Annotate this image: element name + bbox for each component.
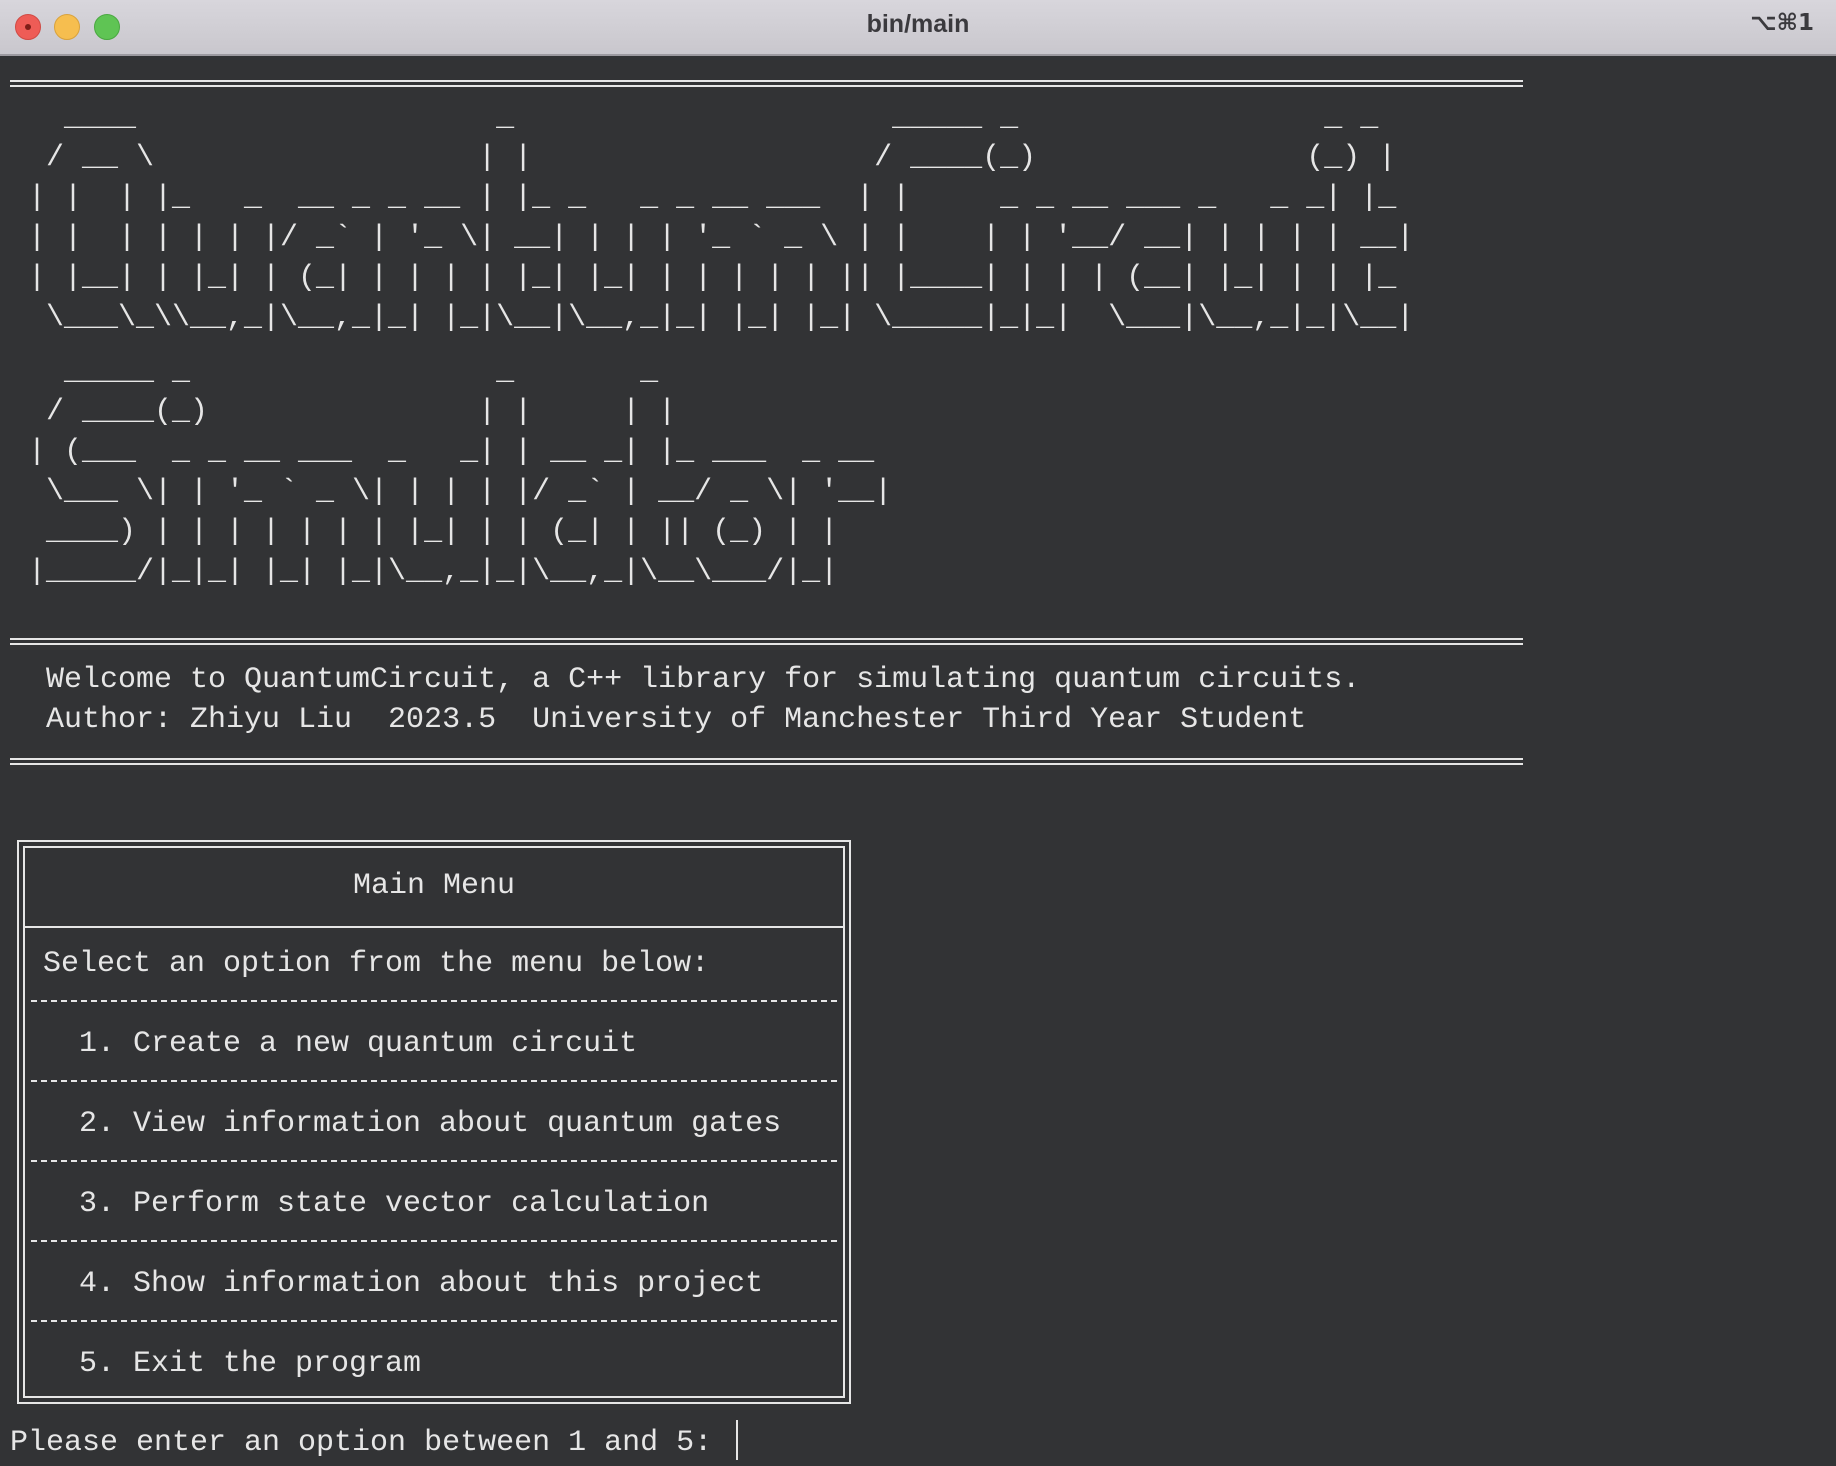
main-menu-inner-frame: Main Menu Select an option from the menu… [23, 846, 845, 1398]
menu-option-exit[interactable]: 5. Exit the program [79, 1344, 421, 1384]
terminal-output[interactable]: ____ _ _____ _ _ _ / __ \ | | / ____(_) … [0, 56, 1836, 1466]
banner-line: | |__| | |_| | (_| | | | | |_| |_| | | |… [28, 261, 1415, 295]
tab-shortcut-label: ⌥⌘1 [1750, 10, 1814, 36]
banner-line: | (___ _ _ __ ___ _ _| | __ _| |_ ___ _ … [28, 435, 893, 469]
input-prompt[interactable]: Please enter an option between 1 and 5: [10, 1420, 739, 1463]
banner-line: / __ \ | | / ____(_) (_) | [28, 141, 1433, 175]
menu-option-create-circuit[interactable]: 1. Create a new quantum circuit [79, 1024, 637, 1064]
prompt-text: Please enter an option between 1 and 5: [10, 1426, 731, 1460]
menu-option-state-vector[interactable]: 3. Perform state vector calculation [79, 1184, 709, 1224]
author-text: Author: Zhiyu Liu 2023.5 University of M… [46, 703, 1307, 737]
menu-divider [31, 1240, 837, 1242]
terminal-window: bin/main ⌥⌘1 ____ _ _____ _ _ _ / __ \ |… [0, 0, 1836, 1466]
menu-divider [31, 1000, 837, 1002]
menu-option-view-gates[interactable]: 2. View information about quantum gates [79, 1104, 781, 1144]
banner-line: |_____/|_|_| |_| |_|\__,_|_|\__,_|\__\__… [28, 555, 893, 589]
middle-separator [10, 638, 1523, 645]
menu-title-divider [25, 926, 843, 928]
menu-title: Main Menu [352, 869, 516, 903]
banner-line: _____ _ _ _ [28, 355, 893, 389]
top-separator [10, 80, 1523, 87]
banner-line: | | | | | | |/ _` | '_ \| __| | | | '_ `… [28, 221, 1415, 255]
banner-line: / ____(_) | | | | [28, 395, 893, 429]
menu-instruction: Select an option from the menu below: [43, 947, 710, 981]
welcome-text: Welcome to QuantumCircuit, a C++ library… [46, 663, 1361, 697]
banner-line: \___\_\\__,_|\__,_|_| |_|\__|\__,_|_| |_… [28, 301, 1415, 335]
text-cursor [736, 1420, 739, 1460]
banner-line: | | | |_ _ __ _ _ __ | |_ _ _ _ __ ___ |… [28, 181, 1415, 215]
main-menu-box: Main Menu Select an option from the menu… [17, 840, 851, 1404]
banner-line: \___ \| | '_ ` _ \| | | | |/ _` | __/ _ … [28, 475, 893, 509]
window-title: bin/main [866, 10, 970, 38]
banner-line: ____ _ _____ _ _ _ [28, 101, 1433, 135]
banner-line: ____) | | | | | | | |_| | | (_| | || (_)… [28, 515, 893, 549]
menu-divider [31, 1080, 837, 1082]
menu-divider [31, 1160, 837, 1162]
title-bar[interactable]: bin/main ⌥⌘1 [0, 0, 1836, 56]
menu-divider [31, 1320, 837, 1322]
menu-option-project-info[interactable]: 4. Show information about this project [79, 1264, 763, 1304]
bottom-separator [10, 758, 1523, 765]
